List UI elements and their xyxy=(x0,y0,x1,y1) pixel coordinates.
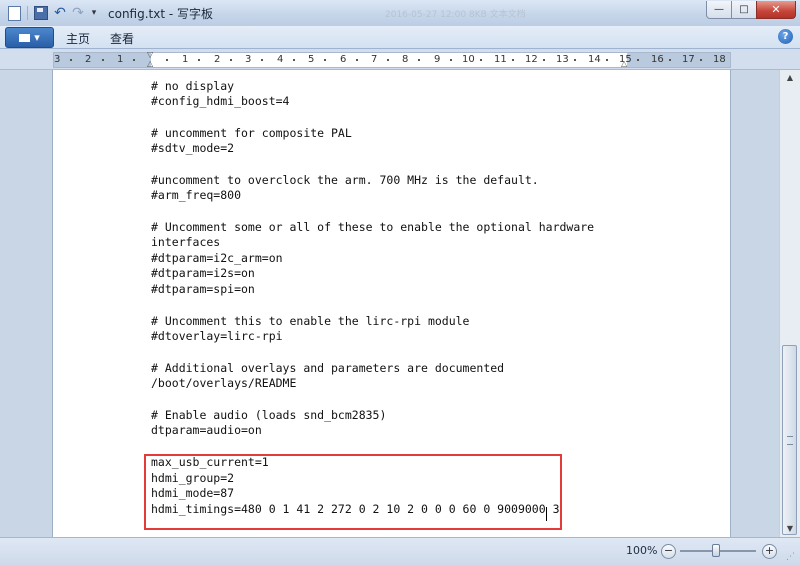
ruler-label: 1 xyxy=(117,54,124,65)
ruler-tick xyxy=(230,59,232,61)
ruler-label: 1 xyxy=(182,54,189,65)
document-line: #dtparam=spi=on xyxy=(151,282,255,296)
zoom-level[interactable]: 100% xyxy=(626,544,657,557)
save-icon[interactable] xyxy=(33,5,49,21)
application-menu-button[interactable]: ▾ xyxy=(5,27,54,48)
tab-home[interactable]: 主页 xyxy=(66,30,90,47)
document-line: #uncomment to overclock the arm. 700 MHz… xyxy=(151,173,539,187)
ruler-tick xyxy=(356,59,358,61)
document-line: #dtparam=i2s=on xyxy=(151,266,255,280)
ruler-label: 9 xyxy=(434,54,441,65)
hanging-indent-marker[interactable]: △ xyxy=(147,59,153,68)
help-icon[interactable]: ? xyxy=(778,29,793,44)
document-line: # uncomment for composite PAL xyxy=(151,126,352,140)
ruler-label: 12 xyxy=(525,54,538,65)
ruler-label: 11 xyxy=(494,54,507,65)
document-line: # no display xyxy=(151,79,235,93)
ruler-tick xyxy=(293,59,295,61)
maximize-button[interactable]: □ xyxy=(731,1,757,19)
vertical-scrollbar[interactable]: ▲ ▼ xyxy=(779,70,800,537)
document-line: dtparam=audio=on xyxy=(151,423,262,437)
ruler-tick xyxy=(387,59,389,61)
document-line: # Enable audio (loads snd_bcm2835) xyxy=(151,408,387,422)
scrollbar-thumb[interactable] xyxy=(782,345,797,535)
window-title: config.txt - 写字板 xyxy=(108,7,214,21)
document-line: #config_hdmi_boost=4 xyxy=(151,94,290,108)
ruler-tick xyxy=(637,59,639,61)
zoom-slider-thumb[interactable] xyxy=(712,544,720,557)
faded-title-text: 2016-05-27 12:00 8KB 文本文档 xyxy=(385,10,526,20)
ruler-label: 10 xyxy=(462,54,475,65)
document-line: #dtparam=i2c_arm=on xyxy=(151,251,283,265)
ruler-label: 6 xyxy=(340,54,347,65)
ruler-tick xyxy=(324,59,326,61)
ruler-tick xyxy=(543,59,545,61)
ruler-label: 3 xyxy=(245,54,252,65)
document-line: #arm_freq=800 xyxy=(151,188,242,202)
ruler-label: 16 xyxy=(651,54,664,65)
ruler-label: 14 xyxy=(588,54,601,65)
wordpad-app-icon[interactable] xyxy=(6,5,22,21)
ruler-tick xyxy=(480,59,482,61)
status-bar: 100% − + xyxy=(0,537,800,566)
ruler-tick xyxy=(70,59,72,61)
document-line: # Additional overlays and parameters are… xyxy=(151,361,505,375)
right-indent-marker[interactable]: △ xyxy=(621,59,627,68)
ruler-label: 4 xyxy=(277,54,284,65)
ruler-tick xyxy=(261,59,263,61)
document-line: interfaces xyxy=(151,235,221,249)
zoom-in-button[interactable]: + xyxy=(762,544,777,559)
minimize-button[interactable]: — xyxy=(706,1,732,19)
ruler-label: 8 xyxy=(402,54,409,65)
ruler-label: 5 xyxy=(308,54,315,65)
ruler-label: 2 xyxy=(85,54,92,65)
ruler-tick xyxy=(418,59,420,61)
document-line: # Uncomment this to enable the lirc-rpi … xyxy=(151,314,470,328)
ruler-tick xyxy=(450,59,452,61)
document-line: #dtoverlay=lirc-rpi xyxy=(151,329,283,343)
document-line: /boot/overlays/README xyxy=(151,376,297,390)
ruler-tick xyxy=(669,59,671,61)
ruler-tick xyxy=(133,59,135,61)
menu-lines-icon xyxy=(19,34,31,42)
tab-view[interactable]: 查看 xyxy=(110,30,134,47)
document-line: #sdtv_mode=2 xyxy=(151,141,235,155)
application-menu-arrow-icon: ▾ xyxy=(34,31,40,44)
ruler-tick xyxy=(198,59,200,61)
scroll-down-icon[interactable]: ▼ xyxy=(782,521,798,537)
ruler-label: 18 xyxy=(713,54,726,65)
grip-icon xyxy=(787,436,793,445)
ruler-label: 13 xyxy=(556,54,569,65)
redo-icon[interactable]: ↷ xyxy=(70,5,86,21)
ruler-tick xyxy=(574,59,576,61)
quick-access-divider xyxy=(27,6,28,20)
ruler-tick xyxy=(606,59,608,61)
title-bar: ↶ ↷ ▾ config.txt - 写字板 2016-05-27 12:00 … xyxy=(0,0,800,27)
ruler-tick xyxy=(700,59,702,61)
ruler-bar: 3 2 1 1 2 3 4 5 6 7 8 9 10 11 12 13 14 1… xyxy=(0,49,800,70)
ruler-tick xyxy=(512,59,514,61)
ribbon-tab-bar: ▾ 主页 查看 ? xyxy=(0,26,800,49)
first-line-indent-marker[interactable]: ▽ xyxy=(147,50,153,59)
ruler[interactable]: 3 2 1 1 2 3 4 5 6 7 8 9 10 11 12 13 14 1… xyxy=(53,52,731,68)
ruler-label: 2 xyxy=(214,54,221,65)
ruler-label: 17 xyxy=(682,54,695,65)
scroll-up-icon[interactable]: ▲ xyxy=(782,70,798,86)
text-cursor xyxy=(546,507,547,521)
red-highlight-box xyxy=(144,454,562,530)
ruler-tick xyxy=(102,59,104,61)
document-line: # Uncomment some or all of these to enab… xyxy=(151,220,595,234)
zoom-out-button[interactable]: − xyxy=(661,544,676,559)
customize-quick-access-icon[interactable]: ▾ xyxy=(88,5,100,21)
resize-grip-icon[interactable]: ⋰ xyxy=(786,552,796,562)
ruler-tick xyxy=(166,59,168,61)
close-button[interactable]: ✕ xyxy=(756,1,796,19)
ruler-label: 7 xyxy=(371,54,378,65)
undo-icon[interactable]: ↶ xyxy=(52,5,68,21)
ruler-label: 3 xyxy=(54,54,61,65)
